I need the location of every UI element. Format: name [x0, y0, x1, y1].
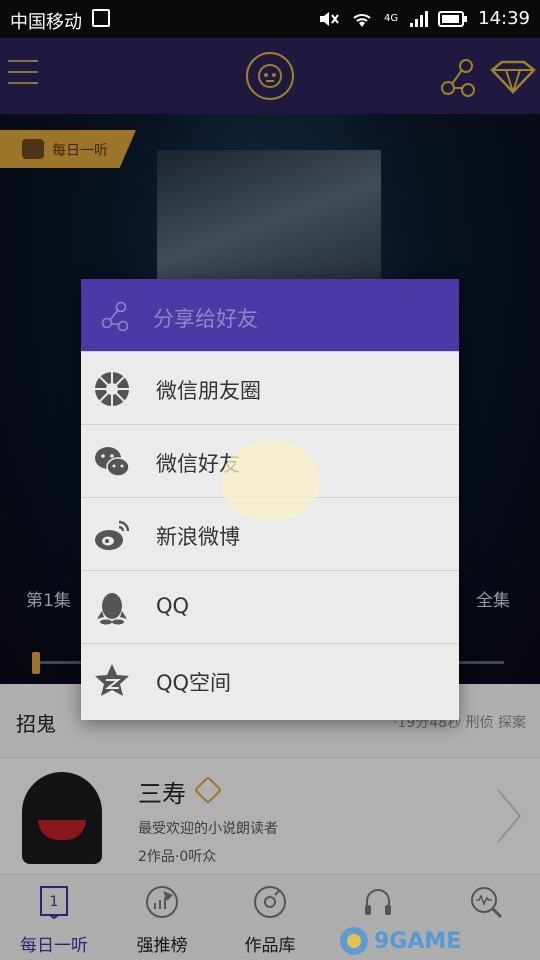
share-option-wechat-moments[interactable]: 微信朋友圈	[81, 351, 459, 424]
share-option-label: QQ空间	[156, 671, 232, 695]
mascot-watermark-image	[222, 440, 320, 520]
clock: 14:39	[478, 8, 530, 29]
share-option-label: 微信朋友圈	[156, 379, 261, 403]
wechat-icon	[95, 447, 130, 477]
wifi-icon	[353, 13, 371, 27]
share-dialog-header: 分享给好友	[81, 279, 459, 351]
status-bar: 中国移动 4G 14:39	[0, 0, 540, 38]
share-icon	[101, 301, 129, 331]
watermark-logo-icon	[340, 927, 368, 955]
share-option-qq[interactable]: QQ	[81, 570, 459, 643]
share-option-qzone[interactable]: QQ空间	[81, 643, 459, 716]
signal-icon	[410, 10, 429, 27]
site-watermark: 9GAME	[336, 924, 536, 958]
mute-icon	[320, 11, 339, 26]
status-icons: 4G 14:39	[318, 8, 530, 29]
weibo-icon	[95, 520, 130, 550]
share-option-label: QQ	[156, 594, 190, 618]
wechat-moments-icon	[95, 372, 129, 406]
network-type-label: 4G	[384, 13, 399, 24]
carrier-label: 中国移动	[10, 12, 82, 33]
qq-icon	[97, 593, 127, 625]
battery-icon	[438, 10, 468, 27]
share-option-label: 新浪微博	[156, 525, 240, 549]
qzone-icon	[95, 664, 129, 696]
share-dialog-title: 分享给好友	[153, 307, 258, 331]
image-notification-icon	[92, 9, 110, 27]
watermark-text: 9GAME	[374, 929, 462, 954]
